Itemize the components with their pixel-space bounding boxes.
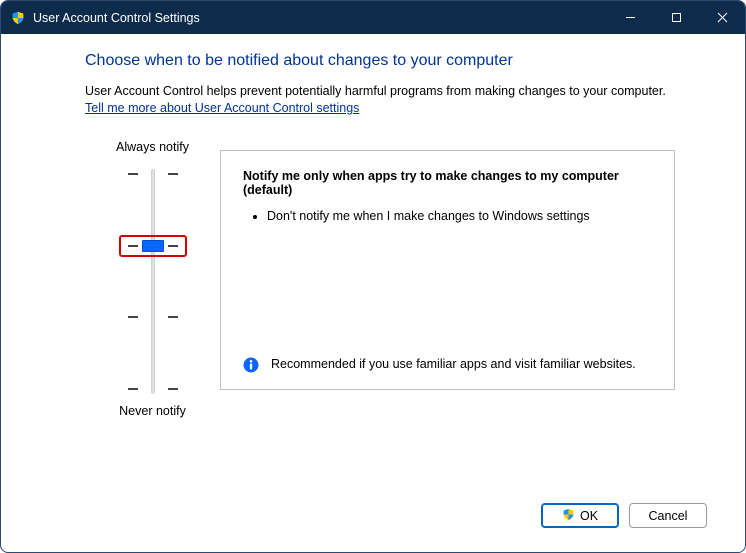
notification-level-slider[interactable]: [113, 169, 193, 394]
description-text: User Account Control helps prevent poten…: [85, 84, 675, 98]
slider-tick: [168, 388, 178, 390]
uac-settings-window: User Account Control Settings Choose whe…: [0, 0, 746, 553]
minimize-button[interactable]: [607, 1, 653, 34]
cancel-button[interactable]: Cancel: [629, 503, 707, 528]
slider-tick: [128, 316, 138, 318]
info-icon: [243, 357, 259, 373]
slider-tick: [128, 173, 138, 175]
panel-bullets: Don't notify me when I make changes to W…: [243, 209, 652, 223]
slider-label-top: Always notify: [116, 140, 189, 154]
window-controls: [607, 1, 745, 34]
cancel-button-label: Cancel: [649, 509, 688, 523]
slider-track: [151, 169, 155, 394]
titlebar: User Account Control Settings: [1, 1, 745, 34]
uac-shield-icon: [11, 11, 25, 25]
slider-thumb[interactable]: [142, 240, 164, 252]
uac-shield-icon: [562, 508, 575, 524]
close-button[interactable]: [699, 1, 745, 34]
content-row: Always notify Never notify Notify me onl…: [85, 140, 675, 418]
panel-bullet: Don't notify me when I make changes to W…: [267, 209, 652, 223]
slider-column: Always notify Never notify: [85, 140, 220, 418]
footer: OK Cancel: [1, 503, 745, 552]
window-title: User Account Control Settings: [33, 11, 200, 25]
panel-title: Notify me only when apps try to make cha…: [243, 169, 652, 197]
level-description-panel: Notify me only when apps try to make cha…: [220, 150, 675, 390]
recommendation-row: Recommended if you use familiar apps and…: [243, 357, 652, 373]
ok-button[interactable]: OK: [541, 503, 619, 528]
title-left: User Account Control Settings: [1, 11, 200, 25]
slider-tick: [128, 388, 138, 390]
maximize-button[interactable]: [653, 1, 699, 34]
body: Choose when to be notified about changes…: [1, 34, 745, 503]
ok-button-label: OK: [580, 509, 598, 523]
slider-tick: [168, 173, 178, 175]
page-heading: Choose when to be notified about changes…: [85, 52, 675, 70]
slider-label-bottom: Never notify: [119, 404, 186, 418]
learn-more-link[interactable]: Tell me more about User Account Control …: [85, 101, 359, 115]
slider-tick: [168, 316, 178, 318]
recommendation-text: Recommended if you use familiar apps and…: [271, 357, 636, 371]
